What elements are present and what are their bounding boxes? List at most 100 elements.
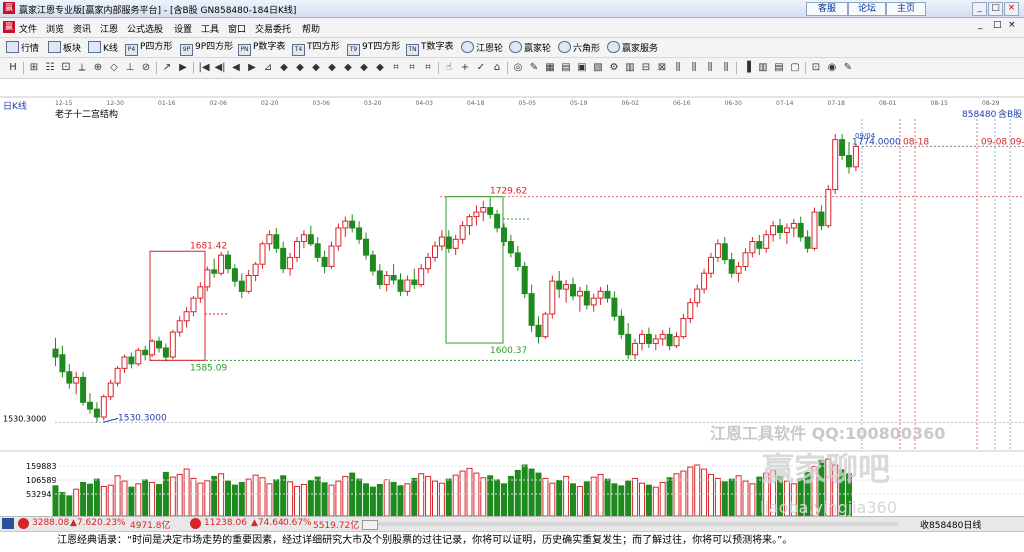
drawing-tool-4[interactable]: ⚀ bbox=[59, 61, 73, 75]
menu-settings[interactable]: 设置 bbox=[174, 22, 192, 35]
menu-help[interactable]: 帮助 bbox=[302, 22, 320, 35]
menu-tools[interactable]: 工具 bbox=[201, 22, 219, 35]
drawing-tool-18[interactable]: ◆ bbox=[293, 61, 307, 75]
date-tick-label: 03-06 bbox=[313, 100, 331, 107]
drawing-tool-44[interactable]: ⫼ bbox=[719, 61, 733, 75]
drawing-tool-26[interactable]: ⌗ bbox=[421, 61, 435, 75]
candle-body bbox=[411, 279, 418, 286]
app-menu-icon[interactable]: 赢 bbox=[3, 21, 15, 33]
drawing-tool-21[interactable]: ◆ bbox=[341, 61, 355, 75]
drawing-tool-51[interactable]: ✎ bbox=[841, 61, 855, 75]
doc-close-button[interactable]: × bbox=[1008, 20, 1016, 30]
status-menu-icon[interactable] bbox=[2, 518, 14, 529]
kline-chart[interactable]: 12-15 12-30 01-16 02-06 02-20 03-06 03-20 04-03… bbox=[0, 79, 1024, 517]
minimize-button[interactable]: _ bbox=[972, 2, 987, 16]
drawing-tool-9[interactable]: ⊘ bbox=[139, 61, 153, 75]
9t-square-button[interactable]: T9 9T四方形 bbox=[347, 41, 400, 56]
menu-trade[interactable]: 交易委托 bbox=[255, 22, 291, 35]
drawing-tool-22[interactable]: ◆ bbox=[357, 61, 371, 75]
drawing-tool-16[interactable]: ⊿ bbox=[261, 61, 275, 75]
drawing-tool-41[interactable]: ⫼ bbox=[671, 61, 685, 75]
volume-bar bbox=[687, 466, 694, 517]
sector-button[interactable]: 板块 bbox=[48, 41, 81, 54]
drawing-tool-23[interactable]: ◆ bbox=[373, 61, 387, 75]
maximize-button[interactable]: □ bbox=[988, 2, 1003, 16]
drawing-tool-43[interactable]: ⫼ bbox=[703, 61, 717, 75]
drawing-tool-48[interactable]: ▢ bbox=[788, 61, 802, 75]
volume-bar bbox=[183, 468, 190, 517]
drawing-tool-39[interactable]: ⊟ bbox=[639, 61, 653, 75]
drawing-tool-3[interactable]: ☷ bbox=[43, 61, 57, 75]
candle-body bbox=[93, 408, 100, 418]
drawing-tool-12[interactable]: |◀ bbox=[197, 61, 211, 75]
menu-file[interactable]: 文件 bbox=[19, 22, 37, 35]
drawing-tool-33[interactable]: ▦ bbox=[543, 61, 557, 75]
9p-square-button[interactable]: 9P 9P四方形 bbox=[180, 41, 233, 56]
p-number-table-button[interactable]: PN P数字表 bbox=[238, 41, 285, 56]
forum-link[interactable]: 论坛 bbox=[848, 2, 886, 16]
drawing-tool-42[interactable]: ⫼ bbox=[687, 61, 701, 75]
drawing-tool-8[interactable]: ⊥ bbox=[123, 61, 137, 75]
drawing-tool-35[interactable]: ▣ bbox=[575, 61, 589, 75]
drawing-tool-14[interactable]: ◀ bbox=[229, 61, 243, 75]
customer-service-link[interactable]: 客服 bbox=[806, 2, 848, 16]
drawing-tool-19[interactable]: ◆ bbox=[309, 61, 323, 75]
drawing-tool-27[interactable]: ☝ bbox=[442, 61, 456, 75]
menu-browse[interactable]: 浏览 bbox=[46, 22, 64, 35]
drawing-tool-11[interactable]: ▶ bbox=[176, 61, 190, 75]
drawing-tool-29[interactable]: ✓ bbox=[474, 61, 488, 75]
kline-button[interactable]: K线 bbox=[88, 41, 118, 54]
drawing-tool-37[interactable]: ⚙ bbox=[607, 61, 621, 75]
winner-wheel-button[interactable]: 赢家轮 bbox=[509, 41, 551, 54]
drawing-tool-34[interactable]: ▤ bbox=[559, 61, 573, 75]
t-number-table-button[interactable]: TN T数字表 bbox=[406, 41, 454, 56]
gann-quote-bar: 江恩经典语录：“时间是决定市场走势的重要因素，经过详细研究大市及个别股票的过往记… bbox=[0, 531, 1024, 552]
drawing-tool-46[interactable]: ▥ bbox=[756, 61, 770, 75]
close-button[interactable]: × bbox=[1004, 2, 1019, 16]
drawing-tool-24[interactable]: ⌗ bbox=[389, 61, 403, 75]
drawing-tool-13[interactable]: ◀| bbox=[213, 61, 227, 75]
date-tick-label: 12-30 bbox=[107, 100, 125, 107]
menu-gann[interactable]: 江恩 bbox=[100, 22, 118, 35]
status-scrollbar[interactable] bbox=[378, 522, 898, 526]
volume-bar bbox=[307, 479, 314, 517]
drawing-tool-1[interactable]: H bbox=[6, 61, 20, 75]
drawing-tool-15[interactable]: ▶ bbox=[245, 61, 259, 75]
drawing-tool-32[interactable]: ✎ bbox=[527, 61, 541, 75]
drawing-tool-25[interactable]: ⌗ bbox=[405, 61, 419, 75]
winner-service-button[interactable]: 赢家服务 bbox=[607, 41, 658, 54]
drawing-tool-40[interactable]: ⊠ bbox=[655, 61, 669, 75]
drawing-tool-20[interactable]: ◆ bbox=[325, 61, 339, 75]
doc-restore-button[interactable]: □ bbox=[993, 20, 1002, 30]
menu-formula-select[interactable]: 公式选股 bbox=[127, 22, 163, 35]
candle-body bbox=[376, 270, 383, 286]
drawing-tool-5[interactable]: ⟂ bbox=[75, 61, 89, 75]
doc-minimize-button[interactable]: _ bbox=[978, 20, 983, 30]
candle-body bbox=[777, 225, 783, 233]
drawing-tool-17[interactable]: ◆ bbox=[277, 61, 291, 75]
hexagon-button[interactable]: 六角形 bbox=[558, 41, 600, 54]
volume-tick-label: 53294 bbox=[26, 490, 51, 499]
drawing-tool-30[interactable]: ⌂ bbox=[490, 61, 504, 75]
drawing-tool-28[interactable]: + bbox=[458, 61, 472, 75]
quote-button[interactable]: 行情 bbox=[6, 41, 39, 54]
drawing-tool-6[interactable]: ⊕ bbox=[91, 61, 105, 75]
drawing-tool-31[interactable]: ◎ bbox=[511, 61, 525, 75]
candle-body bbox=[287, 256, 294, 270]
drawing-tool-7[interactable]: ◇ bbox=[107, 61, 121, 75]
p-square-button[interactable]: P4 P四方形 bbox=[125, 41, 172, 56]
menu-window[interactable]: 窗口 bbox=[228, 22, 246, 35]
t-square-button[interactable]: T4 T四方形 bbox=[292, 41, 340, 56]
drawing-tool-36[interactable]: ▧ bbox=[591, 61, 605, 75]
homepage-link[interactable]: 主页 bbox=[886, 2, 926, 16]
menu-info[interactable]: 资讯 bbox=[73, 22, 91, 35]
scroll-left-button[interactable] bbox=[362, 520, 378, 530]
gann-wheel-button[interactable]: 江恩轮 bbox=[461, 41, 503, 54]
drawing-tool-10[interactable]: ↗ bbox=[160, 61, 174, 75]
drawing-tool-38[interactable]: ▥ bbox=[623, 61, 637, 75]
drawing-tool-50[interactable]: ◉ bbox=[825, 61, 839, 75]
drawing-tool-49[interactable]: ⊡ bbox=[809, 61, 823, 75]
drawing-tool-2[interactable]: ⊞ bbox=[27, 61, 41, 75]
drawing-tool-47[interactable]: ▤ bbox=[772, 61, 786, 75]
drawing-tool-45[interactable]: ▐ bbox=[740, 61, 754, 75]
